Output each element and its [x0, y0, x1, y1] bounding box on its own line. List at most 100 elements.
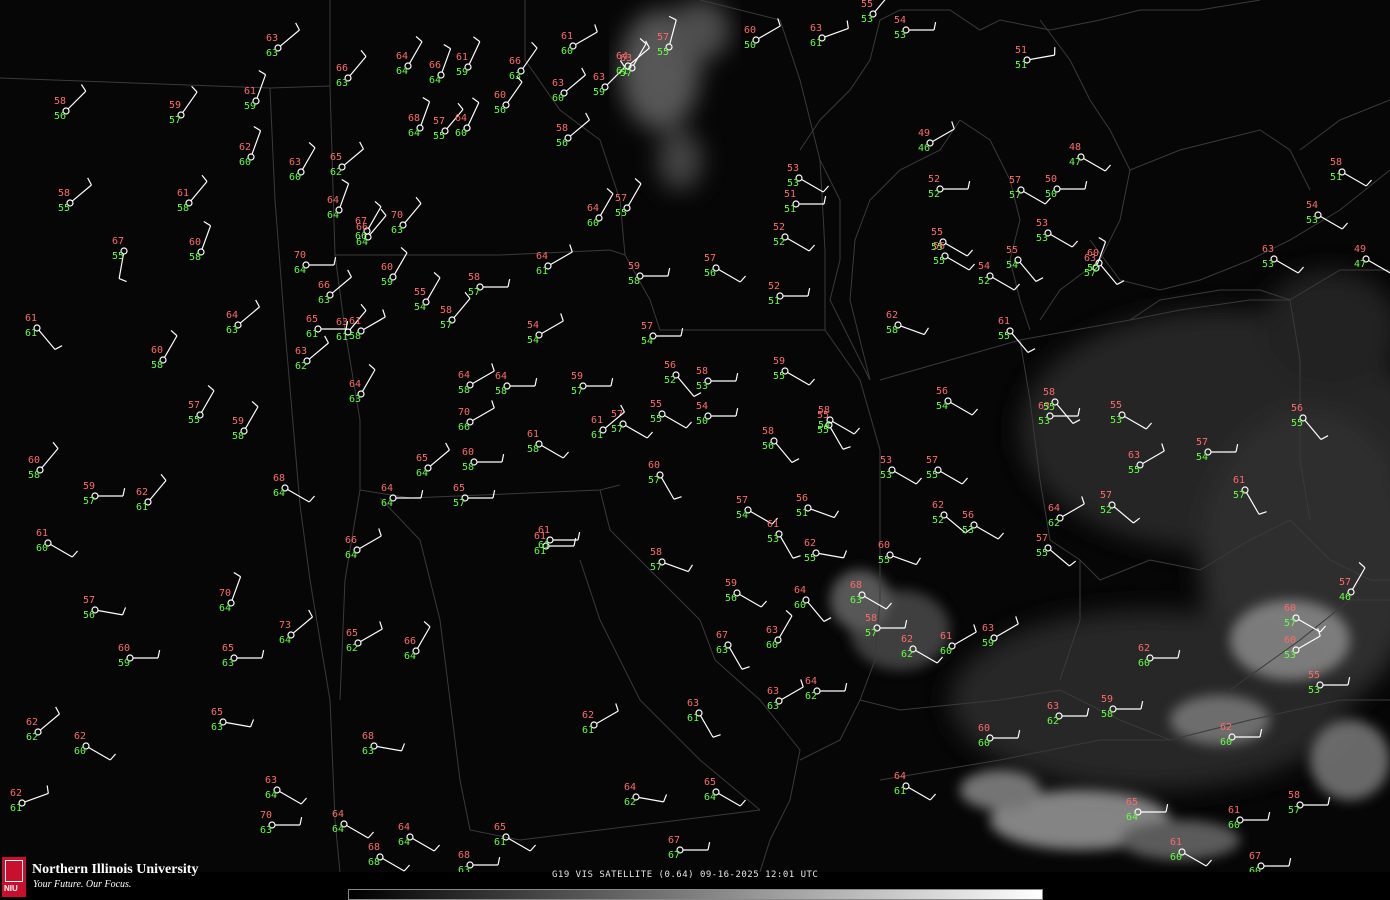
wind-barb-flag-icon — [663, 794, 668, 803]
wind-barb-flag-icon — [1258, 511, 1267, 515]
station-temperature: 59 — [773, 356, 785, 367]
station-dewpoint: 54 — [736, 510, 748, 521]
station-plot: 6564 — [1126, 797, 1169, 823]
station-plot: 6260 — [239, 125, 262, 168]
station-temperature: 58 — [865, 613, 877, 624]
station-temperature: 68 — [362, 731, 374, 742]
station-plot: 6360 — [289, 141, 316, 183]
wind-barb-flag-icon — [433, 271, 441, 279]
station-dewpoint: 63 — [336, 78, 348, 89]
station-temperature: 68 — [273, 473, 285, 484]
wind-barb-flag-icon — [923, 327, 930, 335]
station-temperature: 59 — [628, 261, 640, 272]
wind-barb-flag-icon — [423, 620, 431, 628]
wind-barb-flag-icon — [403, 864, 411, 872]
station-plot: 5857 — [650, 547, 694, 573]
wind-barb-icon — [360, 628, 383, 643]
station-temperature: 62 — [74, 731, 86, 742]
station-dewpoint: 53 — [1306, 215, 1318, 226]
station-temperature: 56 — [936, 386, 948, 397]
station-dewpoint: 55 — [58, 203, 70, 214]
station-plot: 6160 — [940, 624, 977, 657]
station-dewpoint: 52 — [773, 237, 785, 248]
station-plot: 6361 — [687, 698, 721, 738]
station-plot: 5655 — [1291, 403, 1329, 440]
wind-barb-flag-icon — [739, 799, 747, 807]
station-dewpoint: 60 — [1170, 852, 1182, 863]
wind-barb-flag-icon — [341, 178, 349, 185]
station-temperature: 62 — [1138, 643, 1150, 654]
station-dewpoint: 62 — [805, 691, 817, 702]
station-dewpoint: 53 — [1110, 415, 1122, 426]
station-dewpoint: 57 — [650, 562, 662, 573]
station-temperature: 52 — [773, 222, 785, 233]
wind-barb-icon — [376, 745, 402, 752]
wind-barb-icon — [864, 595, 887, 610]
wind-barb-flag-icon — [739, 275, 747, 283]
station-temperature: 60 — [28, 455, 40, 466]
wind-barb-icon — [190, 181, 208, 202]
wind-barb-icon — [1298, 635, 1321, 650]
station-temperature: 60 — [1284, 635, 1296, 646]
wind-barb-flag-icon — [1365, 179, 1373, 187]
station-temperature: 63 — [1047, 701, 1059, 712]
station-dewpoint: 53 — [880, 470, 892, 481]
station-dewpoint: 63 — [767, 701, 779, 712]
wind-barb-flag-icon — [707, 842, 711, 851]
wind-barb-icon — [664, 562, 689, 573]
station-plot: 6664 — [429, 43, 452, 86]
station-dewpoint: 57 — [468, 287, 480, 298]
station-dewpoint: 61 — [536, 266, 548, 277]
station-plot: 6362 — [1047, 701, 1090, 727]
wind-barb-flag-icon — [380, 208, 387, 216]
station-temperature: 56 — [796, 493, 808, 504]
station-temperature: 68 — [458, 850, 470, 861]
wind-barb-flag-icon — [1035, 277, 1044, 282]
station-plot: 5755 — [615, 177, 642, 219]
station-dewpoint: 46 — [918, 143, 930, 154]
wind-barb-flag-icon — [251, 400, 259, 408]
station-temperature: 56 — [1291, 403, 1303, 414]
wind-barb-flag-icon — [933, 22, 937, 31]
station-plot: 5554 — [1006, 245, 1044, 282]
station-dewpoint: 57 — [611, 424, 623, 435]
niu-logo-letters: NIU — [4, 884, 18, 893]
station-plot: 5957 — [83, 481, 126, 507]
station-plot: 6161 — [25, 313, 63, 350]
wind-barb-icon — [408, 41, 423, 64]
wind-barb-icon — [818, 552, 844, 559]
wind-barb-flag-icon — [693, 392, 702, 397]
station-temperature: 58 — [1330, 157, 1342, 168]
station-dewpoint: 64 — [1126, 812, 1138, 823]
wind-barb-icon — [1049, 549, 1070, 567]
wind-barb-icon — [908, 786, 931, 801]
station-plot: 5958 — [232, 400, 259, 442]
wind-barb-flag-icon — [1145, 422, 1153, 430]
station-plot: 6561 — [494, 822, 537, 852]
station-temperature: 59 — [83, 481, 95, 492]
station-dewpoint: 64 — [429, 75, 441, 86]
station-temperature: 57 — [1339, 577, 1351, 588]
wind-barb-flag-icon — [118, 278, 127, 283]
station-dewpoint: 54 — [1006, 260, 1018, 271]
station-dewpoint: 54 — [818, 420, 830, 431]
station-plot: 6464 — [381, 483, 424, 509]
station-plot: 6158 — [527, 429, 570, 459]
station-temperature: 64 — [587, 203, 599, 214]
station-plot: 5752 — [1100, 490, 1141, 524]
wind-barb-flag-icon — [634, 177, 642, 185]
wind-barb-flag-icon — [1081, 496, 1085, 505]
station-temperature: 64 — [332, 809, 344, 820]
station-dewpoint: 64 — [408, 128, 420, 139]
wind-barb-flag-icon — [606, 187, 614, 195]
wind-barb-icon — [292, 616, 313, 634]
wind-barb-icon — [182, 91, 198, 113]
station-plot: 5756 — [83, 595, 127, 621]
station-plot: 5353 — [880, 455, 923, 485]
station-plot: 6160 — [1228, 805, 1271, 831]
station-dewpoint: 62 — [1047, 716, 1059, 727]
station-plot: 6464 — [396, 35, 423, 77]
station-dewpoint: 54 — [414, 302, 426, 313]
wind-barb-flag-icon — [685, 421, 693, 429]
station-plot: 6058 — [151, 329, 178, 371]
